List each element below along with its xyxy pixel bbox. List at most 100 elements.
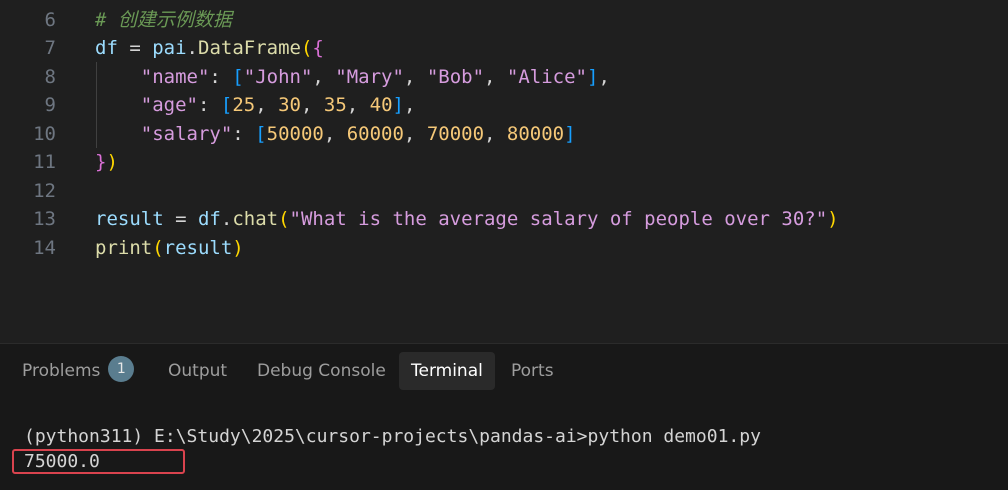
code-token: : bbox=[209, 66, 233, 88]
code-token: , bbox=[312, 66, 336, 88]
code-token: } bbox=[95, 151, 107, 173]
code-line[interactable]: 11}) bbox=[0, 148, 1008, 176]
code-token: ] bbox=[392, 94, 404, 116]
code-token: pai bbox=[152, 37, 187, 59]
code-token: = bbox=[117, 37, 153, 59]
code-token: [ bbox=[232, 66, 244, 88]
code-token: [ bbox=[220, 94, 233, 116]
code-token: result bbox=[95, 208, 164, 230]
code-token: ) bbox=[106, 151, 118, 173]
tab-debug-console-label: Debug Console bbox=[257, 361, 386, 381]
tab-output[interactable]: Output bbox=[156, 352, 239, 390]
code-token: , bbox=[403, 66, 427, 88]
line-number: 8 bbox=[44, 66, 56, 88]
code-token: 40 bbox=[369, 94, 393, 116]
tab-ports[interactable]: Ports bbox=[499, 352, 566, 390]
code-token: , bbox=[255, 94, 279, 116]
panel-tabs: Problems 1 Output Debug Console Terminal … bbox=[0, 352, 1008, 392]
code-token: ( bbox=[152, 237, 164, 259]
tab-terminal[interactable]: Terminal bbox=[399, 352, 495, 390]
tab-ports-label: Ports bbox=[511, 361, 554, 381]
code-line[interactable]: 7 df = pai.DataFrame({ bbox=[0, 34, 1008, 62]
code-token: ( bbox=[278, 208, 290, 230]
line-number: 6 bbox=[44, 9, 56, 31]
code-line[interactable]: 8 "name": ["John", "Mary", "Bob", "Alice… bbox=[0, 63, 1008, 91]
code-line[interactable]: 9 "age": [25, 30, 35, 40], bbox=[0, 91, 1008, 119]
code-text: "name": ["John", "Mary", "Bob", "Alice"]… bbox=[95, 63, 610, 91]
code-token: # 创建示例数据 bbox=[95, 9, 232, 31]
code-token: ) bbox=[827, 208, 839, 230]
code-token: . bbox=[220, 208, 233, 230]
code-token: 50000 bbox=[266, 123, 324, 145]
code-token: . bbox=[186, 37, 198, 59]
code-token: "Bob" bbox=[426, 66, 485, 88]
code-token: "John" bbox=[243, 66, 313, 88]
tab-debug-console[interactable]: Debug Console bbox=[245, 352, 398, 390]
code-token: 35 bbox=[323, 94, 347, 116]
code-text: }) bbox=[95, 148, 118, 176]
tab-terminal-label: Terminal bbox=[411, 361, 483, 381]
code-token: df bbox=[197, 208, 221, 230]
line-number: 11 bbox=[33, 151, 56, 173]
tab-problems-label: Problems bbox=[22, 361, 101, 381]
line-number: 9 bbox=[44, 94, 56, 116]
code-token: ] bbox=[564, 123, 576, 145]
code-token: result bbox=[163, 237, 233, 259]
code-token: "Mary" bbox=[335, 66, 404, 88]
code-token: 25 bbox=[232, 94, 256, 116]
code-token: ( bbox=[300, 37, 313, 59]
code-token: , bbox=[404, 94, 416, 116]
code-editor[interactable]: 6 # 创建示例数据 7 df = pai.DataFrame({8 "name": … bbox=[0, 0, 1008, 343]
tab-output-label: Output bbox=[168, 361, 228, 381]
code-line[interactable]: 6 # 创建示例数据 bbox=[0, 6, 1008, 34]
code-text: "age": [25, 30, 35, 40], bbox=[95, 91, 416, 119]
code-token: [ bbox=[255, 123, 267, 145]
code-token: ) bbox=[232, 237, 244, 259]
code-line[interactable]: 12 bbox=[0, 177, 1008, 205]
code-token: { bbox=[312, 37, 324, 59]
terminal-command-line[interactable]: (python311) E:\Study\2025\cursor-project… bbox=[24, 424, 761, 450]
code-text: df = pai.DataFrame({ bbox=[95, 34, 324, 62]
code-token: : bbox=[232, 123, 256, 145]
code-token: "Alice" bbox=[506, 66, 587, 88]
code-token: : bbox=[197, 94, 221, 116]
code-line[interactable]: 13 result = df.chat("What is the average … bbox=[0, 205, 1008, 233]
code-token: , bbox=[300, 94, 324, 116]
code-token: = bbox=[163, 208, 198, 230]
code-line[interactable]: 10 "salary": [50000, 60000, 70000, 80000… bbox=[0, 120, 1008, 148]
code-token: "salary" bbox=[140, 123, 233, 145]
line-number: 12 bbox=[33, 180, 56, 202]
code-text: # 创建示例数据 bbox=[95, 6, 232, 34]
code-token: , bbox=[403, 123, 427, 145]
code-token: 30 bbox=[278, 94, 301, 116]
code-token: DataFrame bbox=[198, 37, 301, 59]
code-token: ] bbox=[586, 66, 599, 88]
problems-count-badge: 1 bbox=[108, 356, 135, 382]
tab-problems[interactable]: Problems 1 bbox=[10, 352, 146, 390]
code-text: result = df.chat("What is the average sa… bbox=[95, 205, 839, 233]
code-line[interactable]: 14 print(result) bbox=[0, 234, 1008, 262]
code-text: "salary": [50000, 60000, 70000, 80000] bbox=[95, 120, 576, 148]
code-text: print(result) bbox=[95, 234, 244, 262]
code-token: , bbox=[323, 123, 347, 145]
code-token: "What is the average salary of people ov… bbox=[289, 208, 828, 230]
code-token: , bbox=[484, 123, 507, 145]
code-token: "name" bbox=[140, 66, 210, 88]
line-number: 13 bbox=[33, 208, 56, 230]
code-token: "age" bbox=[140, 94, 198, 116]
code-token: , bbox=[484, 66, 507, 88]
line-number: 10 bbox=[33, 123, 56, 145]
code-token: , bbox=[598, 66, 610, 88]
line-number: 7 bbox=[44, 37, 56, 59]
code-token: 70000 bbox=[426, 123, 485, 145]
code-token: print bbox=[95, 237, 153, 259]
line-number: 14 bbox=[33, 237, 56, 259]
code-token: 60000 bbox=[346, 123, 404, 145]
output-highlight-box bbox=[12, 449, 185, 474]
code-token: , bbox=[346, 94, 370, 116]
code-token: chat bbox=[232, 208, 279, 230]
code-token: 80000 bbox=[506, 123, 565, 145]
